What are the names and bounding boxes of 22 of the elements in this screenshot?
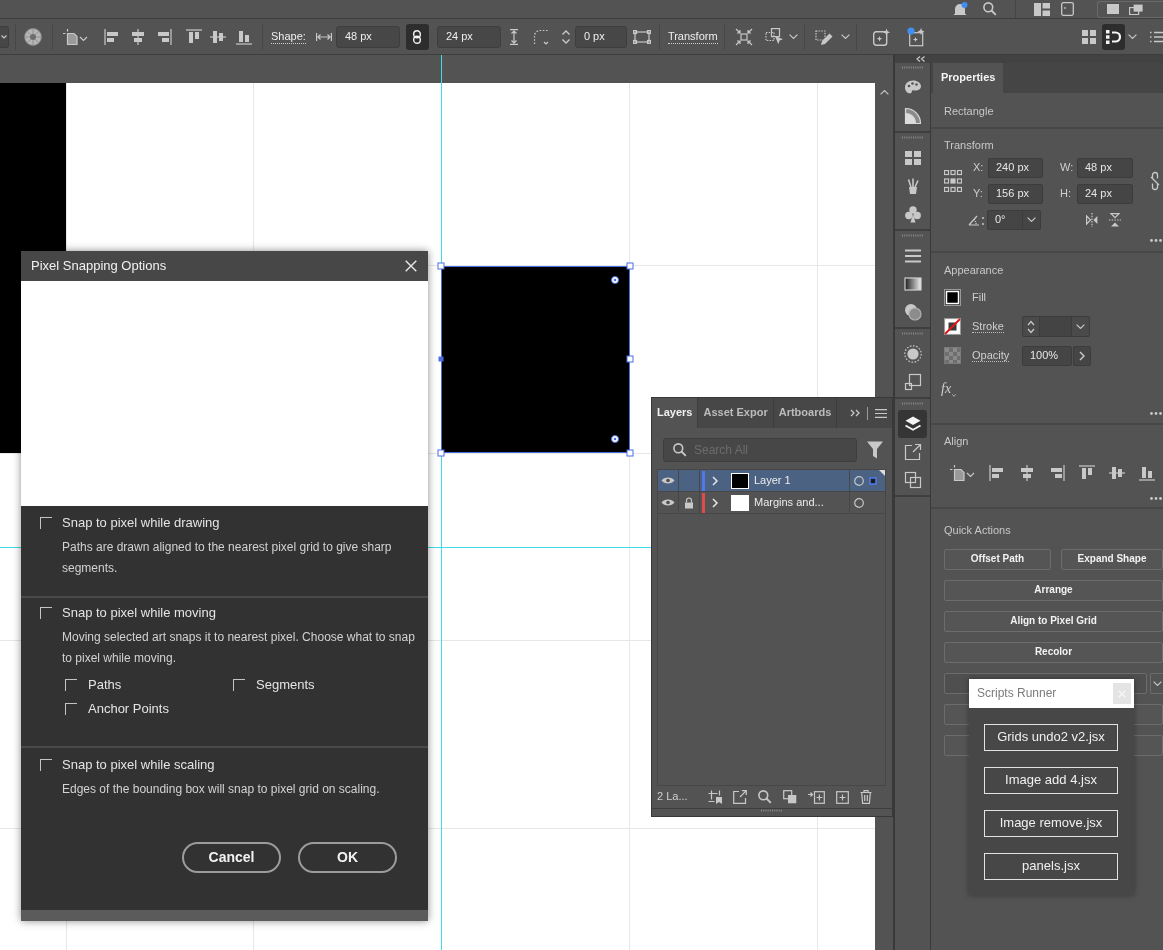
object-type-label: Rectangle [944, 104, 994, 118]
field-label: H: [1060, 186, 1072, 201]
dialog-title: Pixel Snapping Options [31, 257, 167, 275]
option-description: Paths are drawn aligned to the nearest pixel grid to give sharp segments. [62, 539, 393, 577]
field-label: X: [973, 160, 985, 175]
field-label: W: [1060, 160, 1075, 175]
section-title: Quick Actions [944, 523, 1011, 537]
checkbox-label: Anchor Points [88, 700, 169, 718]
checkbox-label: Snap to pixel while scaling [62, 756, 215, 774]
checkbox-label: Snap to pixel while drawing [62, 514, 220, 532]
field-label: Y: [973, 186, 984, 201]
checkbox-label: Paths [88, 676, 122, 694]
checkbox-label: Snap to pixel while moving [62, 604, 216, 622]
option-description: Moving selected art snaps it to nearest pixel. Choose what to snap to pixel while moving. [62, 629, 416, 667]
fill-label: Fill [972, 290, 988, 305]
option-description: Edges of the bounding box will snap to pixel grid on scaling. [62, 781, 381, 798]
layer-count: 2 La... [657, 790, 688, 804]
section-title: Appearance [944, 263, 1004, 277]
window-title: Scripts Runner [977, 686, 1057, 701]
section-title: Align [944, 434, 969, 448]
checkbox-label: Segments [256, 676, 315, 694]
section-title: Transform [944, 138, 994, 152]
